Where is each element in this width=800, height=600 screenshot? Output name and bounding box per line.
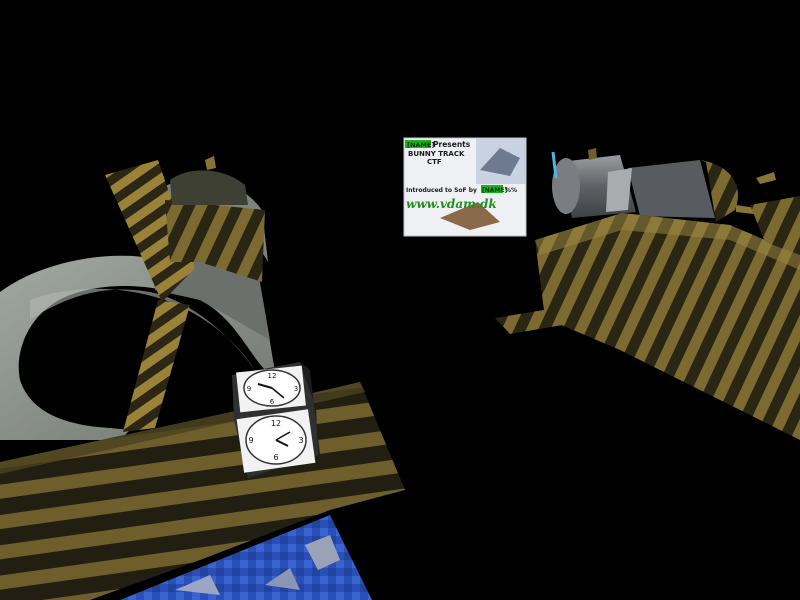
poster-tag-suffix: %% — [505, 187, 517, 194]
poster-subtitle: CTF — [427, 158, 442, 166]
metal-tank — [551, 151, 776, 222]
clock-face-bottom: 12 3 6 9 — [236, 409, 316, 473]
poster-sign: [NAME] Presents BUNNY TRACK CTF Introduc… — [403, 137, 527, 237]
clock-top-6: 6 — [270, 398, 275, 406]
poster-introduced: Introduced to SoF by — [406, 187, 477, 194]
poster-tag-1: [NAME] — [407, 141, 434, 149]
clock-top-9: 9 — [247, 385, 251, 393]
striped-block-right — [495, 196, 800, 440]
clock-bottom-6: 6 — [273, 453, 278, 462]
poster-url: www.vdam.dk — [406, 197, 497, 211]
floating-debris — [205, 148, 597, 170]
poster-presents: Presents — [433, 140, 471, 149]
clock-bottom-3: 3 — [298, 436, 303, 445]
poster-tag-2: [NAME] — [482, 187, 507, 194]
clock-bottom-12: 12 — [271, 419, 281, 428]
clock-top-12: 12 — [268, 372, 277, 380]
clock-top-3: 3 — [294, 385, 298, 393]
clock-cube: 12 3 6 9 12 3 6 9 — [232, 362, 320, 478]
poster-title: BUNNY TRACK — [408, 150, 465, 158]
game-viewport: 12 3 6 9 12 3 6 9 [NAME] Presents BUNNY … — [0, 137, 800, 600]
clock-bottom-9: 9 — [248, 436, 253, 445]
clock-face-top: 12 3 6 9 — [236, 365, 306, 413]
